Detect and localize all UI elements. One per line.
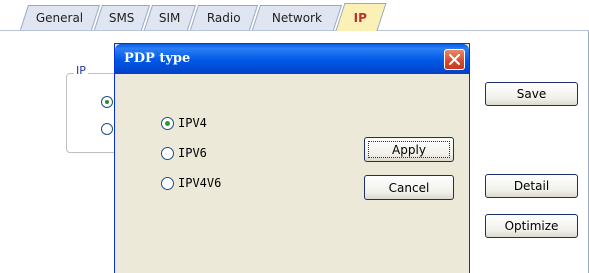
tab-sim-label: SIM xyxy=(159,11,181,25)
dialog-titlebar[interactable]: PDP type xyxy=(115,44,469,74)
ipv4v6-radio[interactable] xyxy=(161,177,174,190)
tab-radio-label: Radio xyxy=(206,11,241,25)
save-button[interactable]: Save xyxy=(485,82,578,106)
detail-button[interactable]: Detail xyxy=(485,174,578,198)
tab-sms[interactable]: SMS xyxy=(93,5,151,30)
save-button-label: Save xyxy=(516,87,547,101)
cancel-button-label: Cancel xyxy=(388,180,430,195)
ipv4-label: IPV4 xyxy=(178,116,207,130)
tab-strip: General SMS SIM Radio Network IP xyxy=(0,0,589,31)
close-icon xyxy=(449,54,460,65)
apply-focus-ring xyxy=(368,141,450,158)
ipv4v6-label: IPV4V6 xyxy=(178,176,222,190)
tab-general-label: General xyxy=(36,11,84,25)
ipv6-radio[interactable] xyxy=(161,147,174,160)
apply-button[interactable]: Apply xyxy=(364,137,454,162)
detail-button-label: Detail xyxy=(513,179,550,193)
tab-general[interactable]: General xyxy=(19,5,101,30)
tab-radio[interactable]: Radio xyxy=(189,5,259,30)
tab-network-label: Network xyxy=(271,11,322,25)
ip-groupbox-label: IP xyxy=(74,64,88,77)
ipv4-radio[interactable] xyxy=(161,117,174,130)
tab-ip[interactable]: IP xyxy=(335,3,387,31)
ip-radio-1[interactable] xyxy=(101,96,113,108)
pdp-type-dialog: PDP type IPV4 IPV6 IPV4V6 Apply Cancel xyxy=(114,43,470,273)
ipv6-label: IPV6 xyxy=(178,146,207,160)
tab-sms-label: SMS xyxy=(109,11,135,25)
cancel-button[interactable]: Cancel xyxy=(364,175,454,200)
tab-sim[interactable]: SIM xyxy=(143,5,197,30)
ip-radio-2[interactable] xyxy=(101,123,113,135)
close-button[interactable] xyxy=(444,49,465,70)
tab-ip-label: IP xyxy=(354,10,368,25)
optimize-button-label: Optimize xyxy=(504,219,559,233)
tab-network[interactable]: Network xyxy=(251,5,343,30)
optimize-button[interactable]: Optimize xyxy=(485,214,578,238)
dialog-title: PDP type xyxy=(124,51,191,66)
